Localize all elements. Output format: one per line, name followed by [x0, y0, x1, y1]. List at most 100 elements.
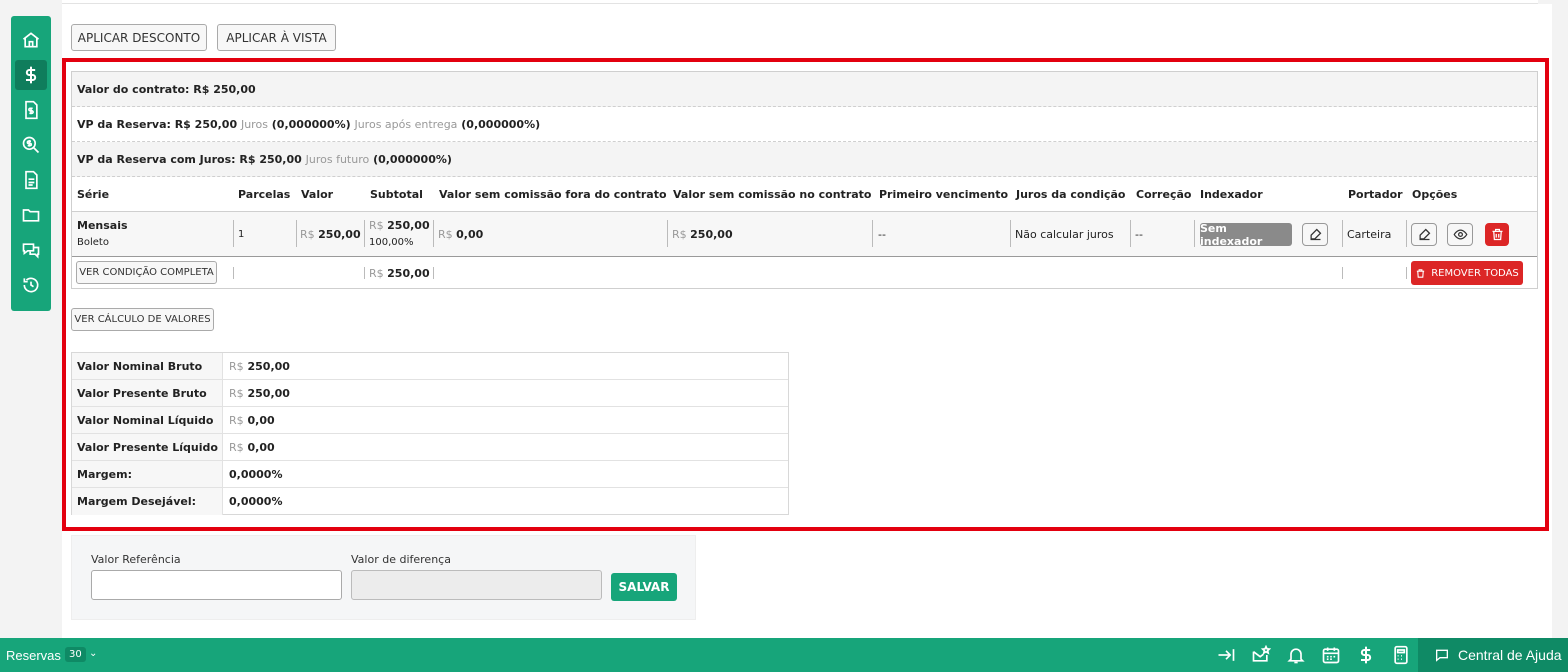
edit-row-button[interactable] [1411, 223, 1437, 246]
bell-icon[interactable] [1286, 645, 1306, 665]
help-center-button[interactable]: Central de Ajuda [1418, 638, 1568, 672]
home-icon[interactable] [15, 25, 47, 55]
juros-future-label: Juros futuro [305, 152, 370, 166]
row-sem-comissao-no: R$ 250,00 [672, 228, 733, 241]
apply-cash-button[interactable]: APLICAR À VISTA [217, 24, 336, 51]
vp-reserve-interest-row: VP da Reserva com Juros: R$ 250,00 Juros… [72, 142, 1537, 177]
juros-future-value: (0,000000%) [373, 152, 452, 166]
value-calculation-table: Valor Nominal Bruto R$ 250,00 Valor Pres… [71, 352, 789, 515]
help-center-label: Central de Ajuda [1458, 647, 1562, 663]
chat-bubble-icon [1436, 649, 1448, 662]
col-divider [233, 220, 234, 247]
currency-symbol: R$ [229, 386, 244, 400]
edit-indexador-button[interactable] [1302, 223, 1328, 246]
col-divider [296, 220, 297, 247]
dollar-icon[interactable] [15, 60, 47, 90]
vp-reserve-row: VP da Reserva: R$ 250,00 Juros (0,000000… [72, 107, 1537, 142]
calendar-icon[interactable] [1321, 645, 1341, 665]
remove-all-button[interactable]: REMOVER TODAS [1411, 261, 1523, 285]
col-divider [1406, 267, 1407, 279]
juros-after-label: Juros após entrega [354, 117, 458, 131]
trash-icon [1417, 268, 1425, 278]
collapse-right-icon[interactable] [1216, 645, 1236, 665]
chevron-down-icon[interactable]: ⌄ [89, 648, 97, 659]
header-portador: Portador [1348, 188, 1403, 201]
footer-subtotal-amount: 250,00 [387, 267, 430, 280]
chat-icon[interactable] [15, 235, 47, 265]
reservas-label[interactable]: Reservas [6, 648, 61, 663]
calc-row: Margem: 0,0000% [72, 461, 788, 488]
col-divider [1406, 220, 1407, 247]
header-sem-comissao-fora: Valor sem comissão fora do contrato [439, 188, 667, 201]
row-serie-sub: Boleto [77, 237, 109, 248]
row-correcao: -- [1135, 228, 1143, 241]
calc-row: Margem Desejável: 0,0000% [72, 488, 788, 515]
reference-value-label: Valor Referência [91, 553, 181, 566]
juros-value: (0,000000%) [271, 117, 351, 131]
difference-value-input [351, 570, 602, 600]
calc-value: R$ 0,00 [223, 414, 275, 427]
remove-all-label: REMOVER TODAS [1431, 267, 1519, 279]
col-divider [233, 267, 234, 279]
eye-icon [1453, 229, 1467, 240]
view-row-button[interactable] [1447, 223, 1473, 246]
header-sem-comissao-no: Valor sem comissão no contrato [673, 188, 872, 201]
currency-symbol: R$ [438, 228, 453, 241]
invoice-icon[interactable] [15, 95, 47, 125]
save-button[interactable]: SALVAR [611, 573, 677, 601]
header-juros-condicao: Juros da condição [1016, 188, 1126, 201]
mail-star-icon[interactable] [1251, 644, 1272, 665]
payment-condition-table: Valor do contrato: R$ 250,00 VP da Reser… [71, 71, 1538, 289]
footer-bar: Reservas 30 ⌄ Central de Ajuda [0, 638, 1568, 672]
footer-subtotal: R$ 250,00 [369, 267, 430, 280]
view-value-calculation-button[interactable]: VER CÁLCULO DE VALORES [71, 308, 214, 331]
reservas-count-badge: 30 [65, 647, 86, 662]
row-valor: R$ 250,00 [300, 228, 361, 241]
money-search-icon[interactable] [15, 130, 47, 160]
currency-symbol: R$ [369, 267, 384, 280]
row-valor-amount: 250,00 [318, 228, 361, 241]
calc-label: Margem Desejável: [72, 488, 223, 515]
view-full-condition-button[interactable]: VER CONDIÇÃO COMPLETA [76, 261, 217, 284]
calc-value: 0,0000% [229, 495, 283, 508]
indexador-badge: Sem indexador [1200, 222, 1292, 248]
currency-symbol: R$ [229, 413, 244, 427]
calc-label: Valor Presente Líquido [72, 434, 223, 460]
calc-label: Valor Nominal Bruto [72, 353, 223, 379]
row-sem-comissao-no-amount: 250,00 [690, 228, 733, 241]
calc-row: Valor Presente Bruto R$ 250,00 [72, 380, 788, 407]
row-subtotal-pct: 100,00% [369, 237, 414, 248]
col-divider [1342, 220, 1343, 247]
row-parcelas: 1 [238, 229, 245, 240]
calc-amount: 0,00 [247, 413, 275, 427]
calc-amount: 0,00 [247, 440, 275, 454]
apply-discount-button[interactable]: APLICAR DESCONTO [71, 24, 207, 51]
header-parcelas: Parcelas [238, 188, 291, 201]
row-subtotal: R$ 250,00 [369, 219, 430, 232]
col-divider [1130, 220, 1131, 247]
row-primeiro-vencimento: -- [878, 228, 886, 241]
calc-row: Valor Nominal Líquido R$ 0,00 [72, 407, 788, 434]
col-divider [872, 220, 873, 247]
currency-symbol: R$ [300, 228, 315, 241]
history-icon[interactable] [15, 270, 47, 300]
calc-label: Margem: [72, 461, 223, 487]
row-sem-comissao-fora-amount: 0,00 [456, 228, 484, 241]
row-serie: Mensais [77, 219, 128, 232]
header-serie: Série [77, 188, 110, 201]
calc-amount: 250,00 [247, 359, 290, 373]
dollar-icon[interactable] [1356, 645, 1376, 665]
currency-symbol: R$ [229, 440, 244, 454]
trash-icon [1492, 228, 1502, 241]
document-icon[interactable] [15, 165, 47, 195]
header-primeiro-vencimento: Primeiro vencimento [879, 188, 1009, 201]
delete-row-button[interactable] [1485, 223, 1509, 246]
reference-value-input[interactable] [91, 570, 342, 600]
calculator-icon[interactable] [1391, 645, 1411, 665]
difference-value-label: Valor de diferença [351, 553, 451, 566]
juros-label: Juros [240, 117, 268, 131]
folder-icon[interactable] [15, 200, 47, 230]
calc-amount: 250,00 [247, 386, 290, 400]
calc-label: Valor Nominal Líquido [72, 407, 223, 433]
header-opcoes: Opções [1412, 188, 1458, 201]
